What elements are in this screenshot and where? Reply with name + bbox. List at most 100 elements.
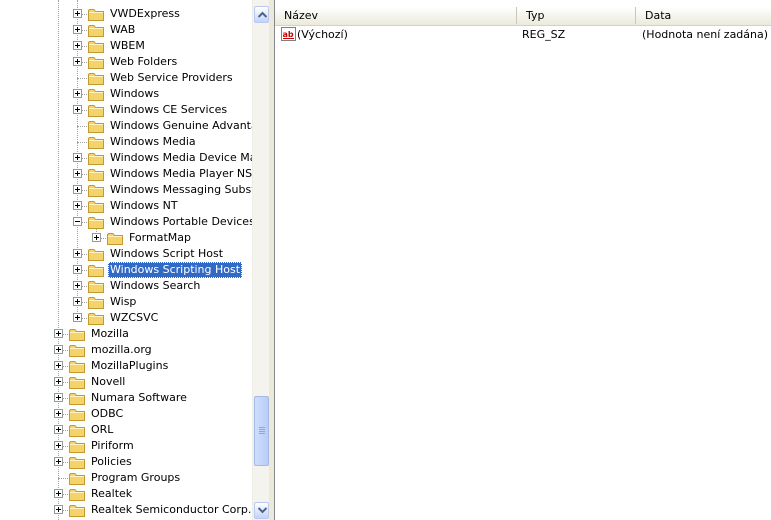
expand-icon[interactable]: [73, 41, 82, 50]
value-data: (Hodnota není zadána): [642, 28, 769, 41]
folder-icon: [69, 328, 85, 341]
expand-icon[interactable]: [54, 505, 63, 514]
tree-node-label: MozillaPlugins: [91, 359, 169, 372]
tree-node-label: Realtek Semiconductor Corp.: [91, 503, 252, 516]
expand-icon[interactable]: [54, 489, 63, 498]
tree-node-label: Wisp: [110, 295, 137, 308]
value-name: (Výchozí): [297, 28, 348, 41]
tree-vertical-scrollbar[interactable]: [252, 0, 269, 520]
column-header-name[interactable]: Název: [275, 7, 517, 24]
tree-node-label: Windows Media: [110, 135, 196, 148]
folder-icon: [88, 152, 104, 165]
scroll-up-button[interactable]: [254, 6, 269, 23]
tree-node-label: Windows CE Services: [110, 103, 228, 116]
column-header-data[interactable]: Data: [636, 7, 771, 24]
expand-icon[interactable]: [54, 345, 63, 354]
tree-node-label: Windows Media Device Manag: [110, 151, 252, 164]
tree-node-label: Mozilla: [91, 327, 129, 340]
tree-node-label: FormatMap: [129, 231, 191, 244]
folder-icon: [88, 8, 104, 21]
tree-node-label: Windows Search: [110, 279, 201, 292]
expand-icon[interactable]: [54, 457, 63, 466]
folder-icon: [88, 248, 104, 261]
folder-icon: [69, 504, 85, 517]
folder-icon: [107, 232, 123, 245]
folder-icon: [88, 120, 104, 133]
tree-node-label: Windows: [110, 87, 160, 100]
expand-icon[interactable]: [54, 425, 63, 434]
string-value-icon: ab: [281, 27, 296, 41]
folder-icon: [88, 280, 104, 293]
expand-icon[interactable]: [73, 297, 82, 306]
expand-icon[interactable]: [54, 329, 63, 338]
tree-node-label: Windows Media Player NSS: [110, 167, 252, 180]
tree-node-label: Windows Messaging Subsyste: [110, 183, 252, 196]
tree-node-label: Novell: [91, 375, 126, 388]
folder-icon: [69, 360, 85, 373]
tree-node-label: Piriform: [91, 439, 134, 452]
expand-icon[interactable]: [73, 153, 82, 162]
tree-node-label: ORL: [91, 423, 114, 436]
folder-icon: [69, 424, 85, 437]
chevron-down-icon: [258, 507, 267, 514]
tree-node-label: Realtek: [91, 487, 133, 500]
tree-node-label: WAB: [110, 23, 136, 36]
svg-text:ab: ab: [283, 30, 294, 39]
expand-icon[interactable]: [54, 441, 63, 450]
expand-icon[interactable]: [92, 233, 101, 242]
expand-icon[interactable]: [73, 89, 82, 98]
expand-icon[interactable]: [73, 265, 82, 274]
expand-icon[interactable]: [73, 169, 82, 178]
tree-node-label: WBEM: [110, 39, 145, 52]
folder-icon: [88, 104, 104, 117]
tree-node-label: Windows Script Host: [110, 247, 224, 260]
folder-icon: [88, 24, 104, 37]
expand-icon[interactable]: [73, 201, 82, 210]
expand-icon[interactable]: [73, 313, 82, 322]
scroll-down-button[interactable]: [254, 502, 269, 519]
registry-key-tree[interactable]: VWDExpress WAB WBEM Web Folders Web Service …: [0, 0, 252, 520]
expand-icon[interactable]: [73, 249, 82, 258]
tree-node-label: Web Folders: [110, 55, 178, 68]
column-header-type[interactable]: Typ: [517, 7, 636, 24]
expand-icon[interactable]: [54, 361, 63, 370]
expand-icon[interactable]: [73, 185, 82, 194]
folder-icon: [69, 392, 85, 405]
expand-icon[interactable]: [73, 105, 82, 114]
tree-node-label: Windows Portable Devices: [110, 215, 252, 228]
registry-values-list[interactable]: Název Typ Data ab (Výchozí) REG_SZ (Hodn…: [274, 0, 771, 520]
list-header: Název Typ Data: [275, 7, 771, 26]
tree-node-label: Web Service Providers: [110, 71, 233, 84]
folder-icon: [69, 456, 85, 469]
expand-icon[interactable]: [54, 377, 63, 386]
tree-node-label: mozilla.org: [91, 343, 152, 356]
expand-icon[interactable]: [73, 25, 82, 34]
folder-icon: [88, 40, 104, 53]
tree-node-label: Windows Scripting Host: [108, 262, 243, 278]
expand-icon[interactable]: [73, 57, 82, 66]
scroll-thumb[interactable]: [254, 396, 269, 466]
value-type: REG_SZ: [522, 28, 566, 41]
collapse-icon[interactable]: [73, 217, 82, 226]
folder-icon: [69, 440, 85, 453]
folder-icon: [69, 376, 85, 389]
tree-node-label: Policies: [91, 455, 132, 468]
tree-node-label: VWDExpress: [110, 7, 180, 20]
folder-icon: [88, 56, 104, 69]
expand-icon[interactable]: [73, 9, 82, 18]
folder-icon: [88, 168, 104, 181]
folder-icon: [69, 472, 85, 485]
tree-node-label: Numara Software: [91, 391, 187, 404]
folder-icon: [88, 312, 104, 325]
folder-icon: [88, 216, 104, 229]
tree-node-label: Program Groups: [91, 471, 181, 484]
folder-icon: [88, 264, 104, 277]
tree-node-label: WZCSVC: [110, 311, 159, 324]
expand-icon[interactable]: [54, 409, 63, 418]
tree-node-label: ODBC: [91, 407, 124, 420]
expand-icon[interactable]: [73, 281, 82, 290]
tree-node-label: Windows Genuine Advantage: [110, 119, 252, 132]
expand-icon[interactable]: [54, 393, 63, 402]
folder-icon: [69, 344, 85, 357]
folder-icon: [88, 72, 104, 85]
